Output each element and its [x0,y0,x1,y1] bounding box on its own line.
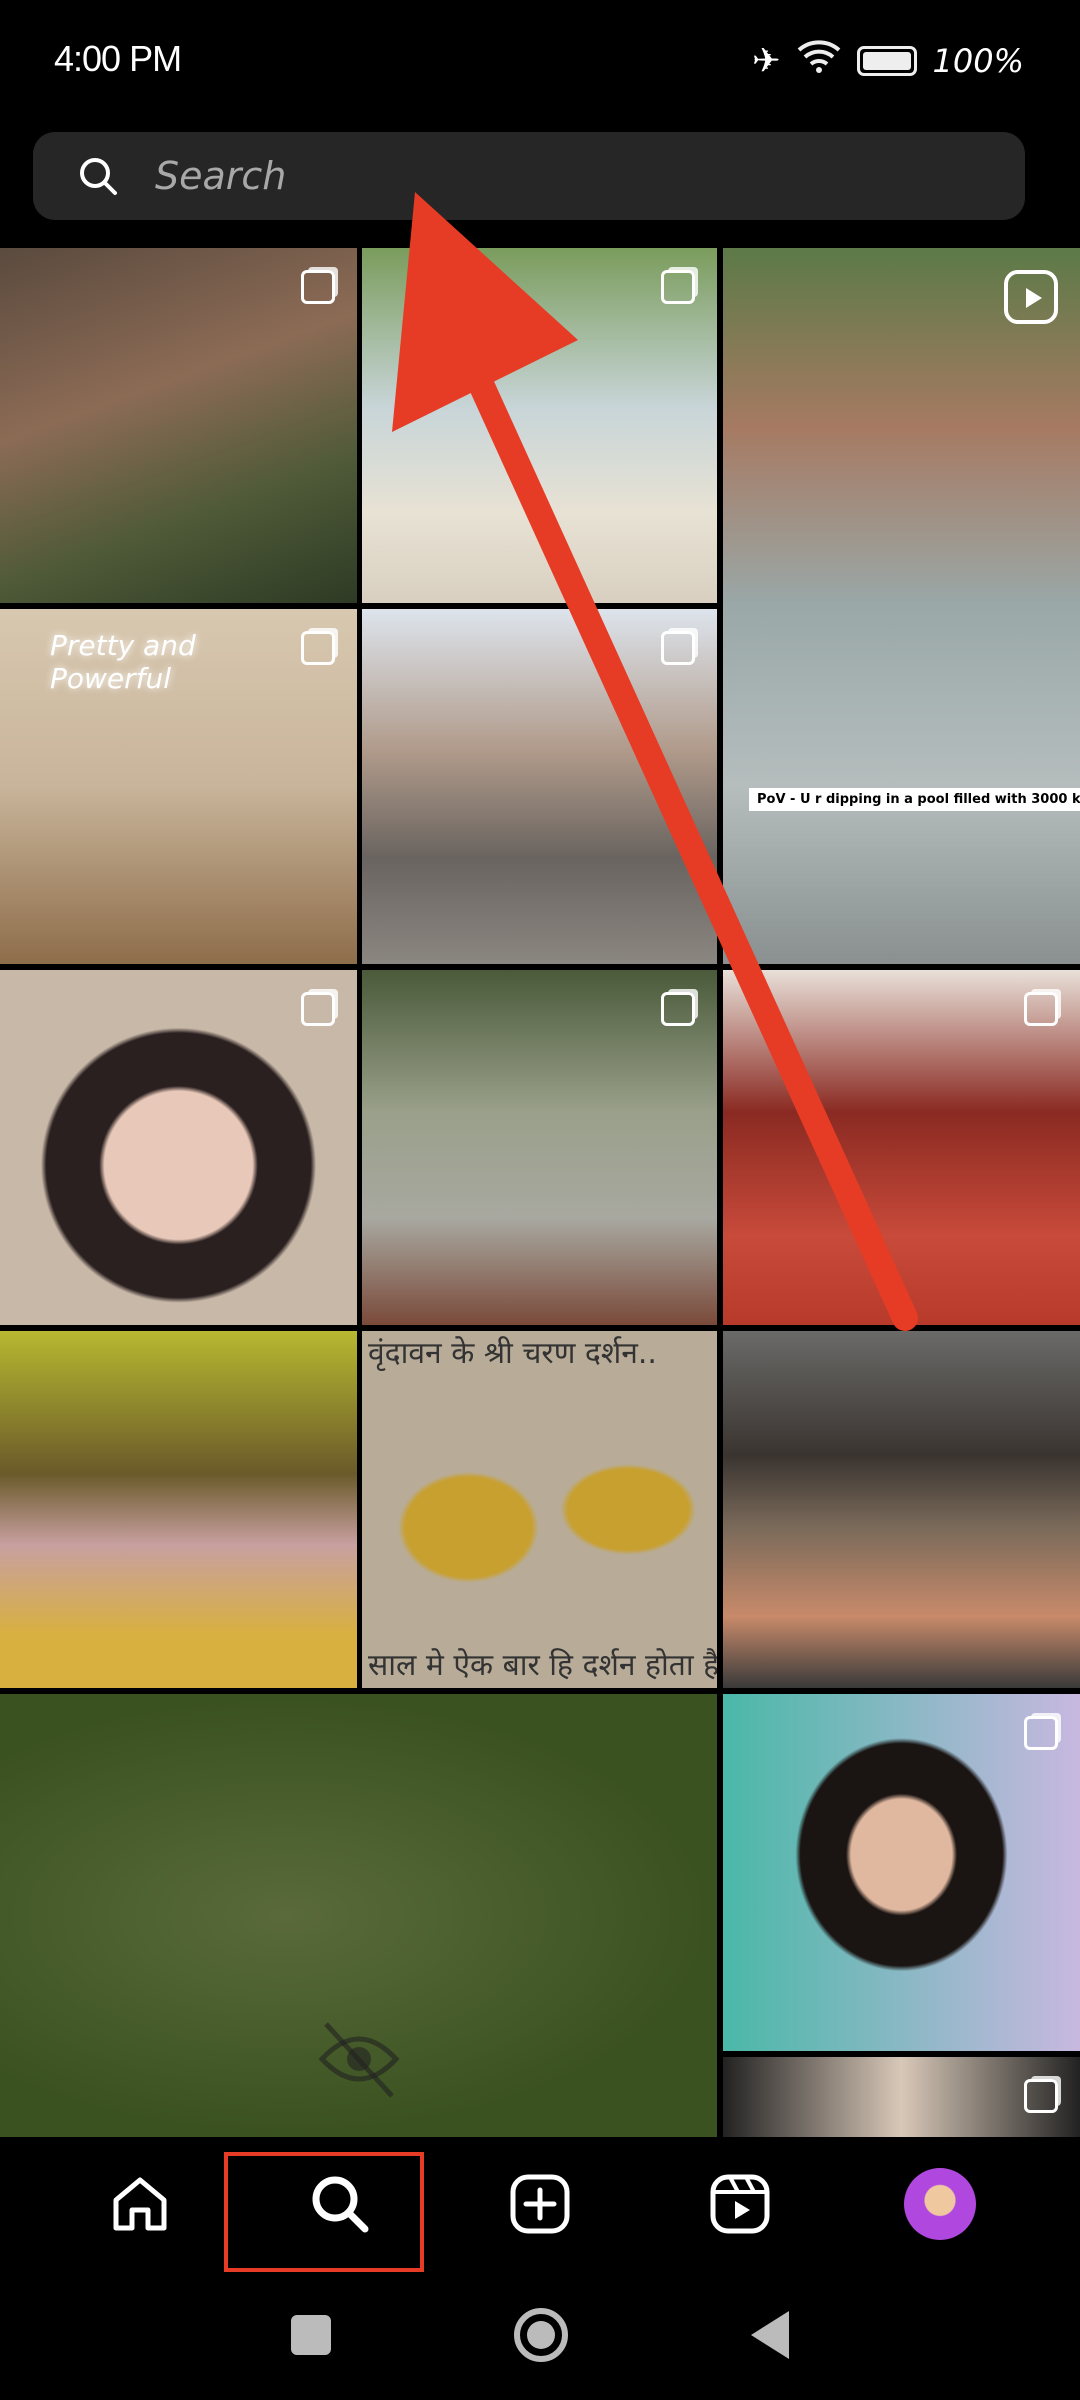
back-button[interactable] [750,2311,789,2359]
system-nav [0,2270,1080,2400]
annotation-highlight-box [224,2152,424,2272]
nav-create[interactable] [490,2154,590,2254]
nav-profile[interactable] [890,2154,990,2254]
create-icon [510,2174,570,2233]
home-icon [113,2177,167,2230]
nav-home[interactable] [90,2154,190,2254]
nav-reels[interactable] [690,2154,790,2254]
annotation-arrow [392,192,918,1331]
recents-button[interactable] [291,2315,332,2355]
home-button[interactable] [513,2308,568,2362]
reels-icon [710,2174,770,2233]
bottom-nav [0,2137,1080,2270]
avatar [904,2167,976,2240]
